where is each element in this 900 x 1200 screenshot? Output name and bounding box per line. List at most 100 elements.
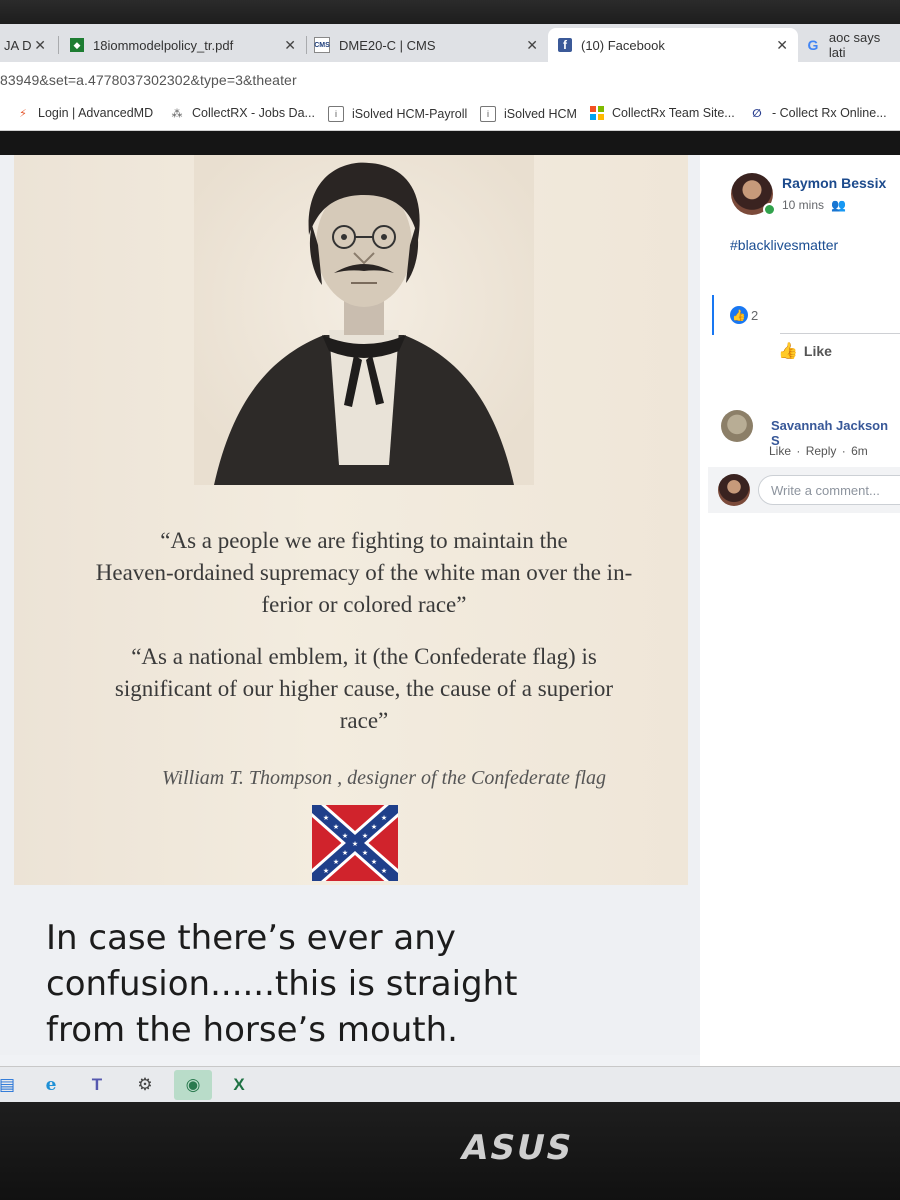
confederate-flag-image: ★ ★★★ ★★★ ★★★ ★★★: [312, 805, 398, 881]
bookmark-collectrx-online[interactable]: ∅ - Collect Rx Online...: [750, 106, 887, 120]
svg-text:★: ★: [342, 849, 348, 857]
friends-icon: 👥: [831, 198, 847, 212]
close-icon[interactable]: ✕: [284, 37, 296, 54]
poster-name[interactable]: Raymon Bessix: [782, 175, 886, 191]
reaction-count: 2: [751, 307, 759, 323]
cms-icon: CMS: [314, 37, 330, 53]
quote-card: “As a people we are fighting to maintain…: [14, 155, 688, 885]
online-status-dot: [763, 203, 776, 216]
quote-2-line: “As a national emblem, it (the Confedera…: [131, 644, 597, 669]
settings-icon[interactable]: ⚙: [132, 1072, 158, 1098]
bookmark-label: CollectRX - Jobs Da...: [192, 106, 315, 120]
divider: [780, 333, 900, 334]
tab-label: 18iommodelpolicy_tr.pdf: [93, 37, 234, 53]
image-caption: In case there’s ever any confusion......…: [46, 915, 646, 1053]
bookmark-label: iSolved HCM: [504, 107, 577, 121]
comment-actions: Like · Reply · 6m: [769, 444, 870, 458]
like-label: Like: [803, 343, 832, 359]
info-icon: i: [480, 106, 496, 122]
pdf-icon: ◆: [70, 38, 84, 52]
post-time-text: 10 mins: [782, 198, 825, 212]
like-button[interactable]: 👍 Like: [778, 341, 832, 361]
like-reaction-icon: 👍: [730, 306, 748, 324]
post-side-panel: Raymon Bessix 10 mins 👥 #blacklivesmatte…: [700, 155, 900, 1102]
microsoft-icon: [590, 106, 604, 120]
bookmark-collectrx-jobs[interactable]: ⁂ CollectRX - Jobs Da...: [170, 106, 315, 120]
tab-separator: [306, 36, 307, 54]
quote-1: “As a people we are fighting to maintain…: [44, 525, 684, 621]
svg-text:★: ★: [352, 840, 358, 848]
tab-google[interactable]: G aoc says lati: [800, 28, 900, 62]
tab-ja[interactable]: JA D ✕: [0, 28, 58, 62]
bookmark-collectrx-team[interactable]: CollectRx Team Site...: [590, 106, 735, 120]
tab-separator: [58, 36, 59, 54]
svg-text:★: ★: [381, 867, 387, 875]
svg-text:★: ★: [371, 858, 377, 866]
quote-2-line: significant of our higher cause, the cau…: [114, 676, 614, 701]
theater-top-strip: [0, 131, 900, 155]
write-comment-area: Write a comment...: [708, 467, 900, 513]
close-icon[interactable]: ✕: [776, 37, 788, 54]
tab-label: (10) Facebook: [581, 37, 665, 53]
close-icon[interactable]: ✕: [526, 37, 538, 54]
tab-cms[interactable]: CMS DME20-C | CMS ✕: [310, 28, 548, 62]
post-photo[interactable]: “As a people we are fighting to maintain…: [0, 155, 700, 1055]
comment-reply-link[interactable]: Reply: [806, 444, 837, 458]
bookmarks-bar: ⚡ Login | AdvancedMD ⁂ CollectRX - Jobs …: [0, 100, 900, 131]
comment-like-link[interactable]: Like: [769, 444, 791, 458]
file-explorer-icon[interactable]: ▤: [0, 1072, 20, 1098]
google-icon: G: [807, 37, 819, 53]
thumbs-up-icon: 👍: [778, 343, 798, 360]
close-icon[interactable]: ✕: [34, 37, 46, 54]
advancedmd-icon: ⚡: [19, 107, 27, 120]
tab-label: JA D: [4, 37, 32, 53]
messaging-icon[interactable]: ◉: [174, 1070, 212, 1100]
internet-explorer-icon[interactable]: e: [38, 1072, 64, 1098]
bookmark-label: - Collect Rx Online...: [772, 106, 887, 120]
facebook-icon: f: [558, 38, 572, 52]
portrait-engraving: [194, 155, 534, 485]
current-user-avatar: [718, 474, 750, 506]
tab-bar: JA D ✕ ◆ 18iommodelpolicy_tr.pdf ✕ CMS D…: [0, 24, 900, 62]
svg-text:★: ★: [362, 832, 368, 840]
post-hashtag[interactable]: #blacklivesmatter: [730, 237, 838, 253]
quote-2: “As a national emblem, it (the Confedera…: [44, 641, 684, 737]
screen: JA D ✕ ◆ 18iommodelpolicy_tr.pdf ✕ CMS D…: [0, 24, 900, 1102]
bookmark-isolved-payroll[interactable]: i iSolved HCM-Payroll: [328, 106, 467, 122]
quote-1-line: ferior or colored race”: [261, 592, 467, 617]
svg-text:★: ★: [323, 814, 329, 822]
svg-text:★: ★: [323, 867, 329, 875]
bookmark-advancedmd[interactable]: ⚡ Login | AdvancedMD: [16, 106, 153, 120]
quote-2-line: race”: [339, 708, 389, 733]
commenter-avatar[interactable]: [721, 410, 753, 442]
info-icon: i: [328, 106, 344, 122]
bookmark-label: CollectRx Team Site...: [612, 106, 735, 120]
monitor-bezel-top: [0, 0, 900, 24]
teams-icon[interactable]: T: [84, 1072, 110, 1098]
svg-text:★: ★: [342, 832, 348, 840]
quote-1-line: “As a people we are fighting to maintain…: [160, 528, 568, 553]
dot-separator: ·: [841, 444, 846, 458]
tab-label: DME20-C | CMS: [339, 37, 436, 53]
reactions-summary[interactable]: 👍 2: [712, 295, 758, 335]
dots-icon: ⁂: [171, 107, 183, 120]
tab-label: aoc says lati: [828, 30, 881, 60]
comment-time[interactable]: 6m: [851, 444, 868, 458]
caption-line: confusion......this is straight: [46, 964, 518, 1004]
paperclip-icon: ∅: [752, 107, 762, 120]
address-bar[interactable]: 83949&set=a.4778037302302&type=3&theater: [0, 62, 900, 100]
comment-input[interactable]: Write a comment...: [758, 475, 900, 505]
quote-attribution: William T. Thompson , designer of the Co…: [161, 767, 607, 789]
url-text[interactable]: 83949&set=a.4778037302302&type=3&theater: [0, 72, 297, 88]
tab-pdf[interactable]: ◆ 18iommodelpolicy_tr.pdf ✕: [62, 28, 306, 62]
svg-text:★: ★: [362, 849, 368, 857]
dot-separator: ·: [796, 444, 801, 458]
caption-line: In case there’s ever any: [46, 918, 456, 958]
taskbar: ▤ e T ⚙ ◉ X: [0, 1066, 900, 1102]
excel-icon[interactable]: X: [226, 1072, 252, 1098]
monitor-brand-logo: ASUS: [457, 1128, 578, 1168]
caption-line: from the horse’s mouth.: [46, 1010, 458, 1050]
post-timestamp[interactable]: 10 mins 👥: [782, 198, 846, 212]
bookmark-isolved-hcm[interactable]: i iSolved HCM: [480, 106, 577, 122]
tab-facebook[interactable]: f (10) Facebook ✕: [548, 28, 798, 62]
